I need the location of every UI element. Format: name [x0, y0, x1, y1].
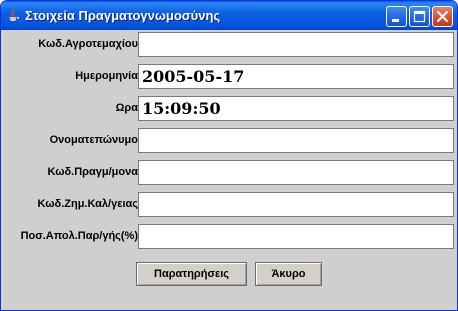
- full-name-input[interactable]: [138, 128, 454, 153]
- close-button[interactable]: [432, 6, 453, 27]
- time-input[interactable]: [138, 96, 454, 121]
- crop-damage-code-input[interactable]: [138, 192, 454, 217]
- row-production-loss-percent: Ποσ.Απολ.Παρ/γής(%): [4, 222, 456, 250]
- row-plot-code: Κωδ.Αγροτεμαχίου: [4, 30, 456, 58]
- window-title: Στοιχεία Πραγματογνωμοσύνης: [25, 8, 221, 23]
- title-bar[interactable]: Στοιχεία Πραγματογνωμοσύνης: [1, 1, 457, 30]
- maximize-button[interactable]: [409, 6, 430, 27]
- row-assessor-code: Κωδ.Πραγμ/μονα: [4, 158, 456, 186]
- assessor-code-label: Κωδ.Πραγμ/μονα: [47, 166, 138, 178]
- row-crop-damage-code: Κωδ.Ζημ.Καλ/γειας: [4, 190, 456, 218]
- dialog-window: Στοιχεία Πραγματογνωμοσύνης Κωδ.Αγροτεμα…: [0, 0, 458, 311]
- time-label: Ωρα: [115, 102, 138, 114]
- notes-button[interactable]: Παρατηρήσεις: [136, 262, 247, 286]
- date-label: Ημερομηνία: [75, 70, 138, 82]
- date-input[interactable]: [138, 64, 454, 89]
- production-loss-percent-input[interactable]: [138, 224, 454, 249]
- production-loss-percent-label: Ποσ.Απολ.Παρ/γής(%): [20, 230, 138, 242]
- java-cup-icon: [6, 8, 20, 23]
- minimize-button[interactable]: [386, 6, 407, 27]
- full-name-label: Ονοματεπώνυμο: [49, 134, 138, 146]
- cancel-button[interactable]: Άκυρο: [255, 262, 322, 286]
- form-panel: Κωδ.Αγροτεμαχίου Ημερομηνία Ωρα Ονοματεπ…: [4, 30, 454, 307]
- plot-code-label: Κωδ.Αγροτεμαχίου: [38, 38, 138, 50]
- crop-damage-code-label: Κωδ.Ζημ.Καλ/γειας: [37, 198, 138, 210]
- row-time: Ωρα: [4, 94, 456, 122]
- row-date: Ημερομηνία: [4, 62, 456, 90]
- row-full-name: Ονοματεπώνυμο: [4, 126, 456, 154]
- plot-code-input[interactable]: [138, 32, 454, 57]
- assessor-code-input[interactable]: [138, 160, 454, 185]
